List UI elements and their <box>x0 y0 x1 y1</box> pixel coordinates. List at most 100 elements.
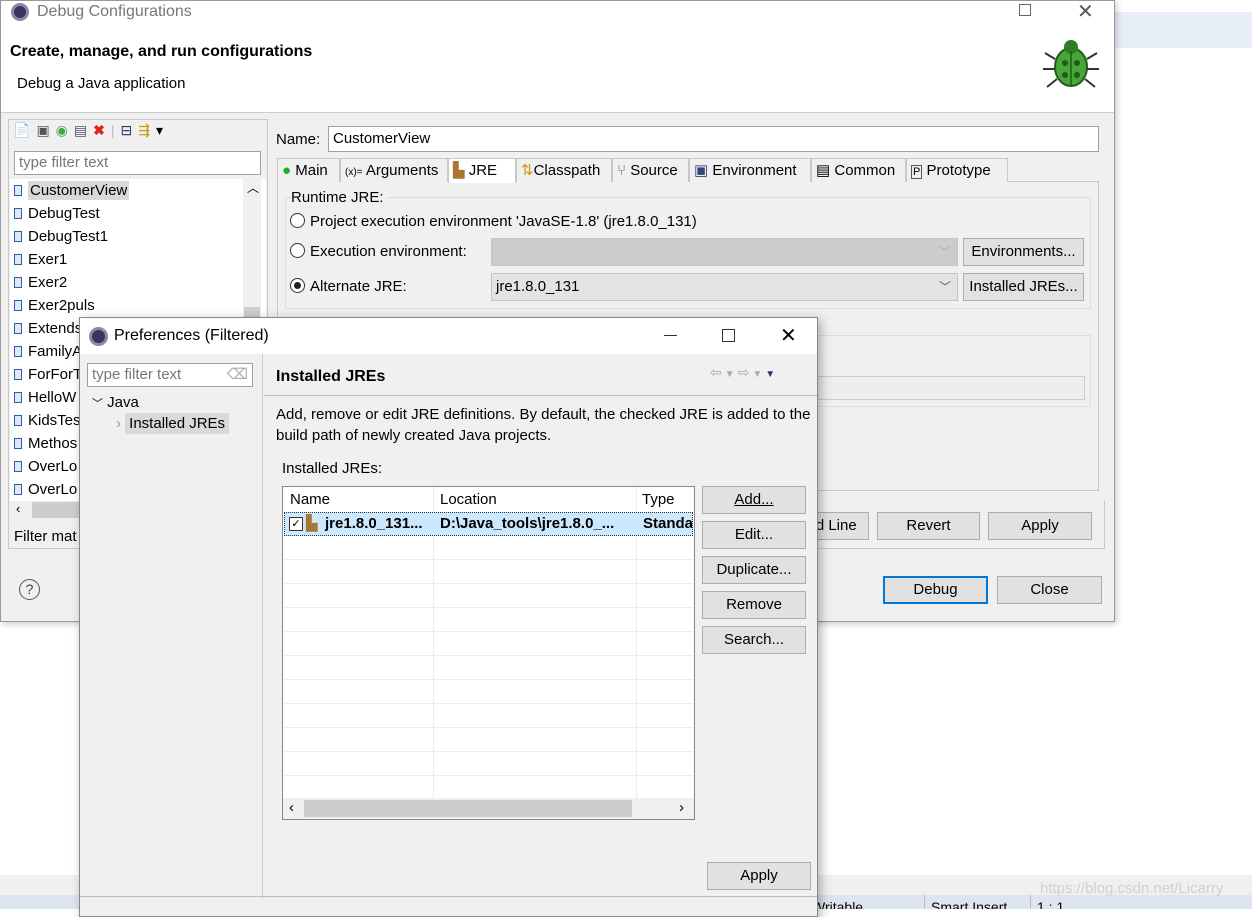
revert-button[interactable]: Revert <box>877 512 980 540</box>
tab-environment[interactable]: ▣ Environment <box>689 158 811 182</box>
alternate-jre-select[interactable]: jre1.8.0_131 ﹀ <box>491 273 958 301</box>
java-app-icon <box>14 438 22 449</box>
jre-checkbox[interactable]: ✓ <box>289 517 303 531</box>
edit-button[interactable]: Edit... <box>702 521 806 549</box>
search-button[interactable]: Search... <box>702 626 806 654</box>
clear-filter-icon[interactable]: ⌫ <box>227 364 248 385</box>
config-list-item[interactable]: Methos <box>14 432 77 455</box>
help-icon[interactable]: ? <box>19 579 40 600</box>
scroll-left-icon[interactable]: ‹ <box>16 501 20 516</box>
java-app-icon <box>14 484 22 495</box>
table-label: Installed JREs: <box>282 460 383 477</box>
config-list-item[interactable]: OverLo <box>14 478 77 501</box>
remove-button[interactable]: Remove <box>702 591 806 619</box>
config-list-item[interactable]: OverLo <box>14 455 77 478</box>
installed-jres-button[interactable]: Installed JREs... <box>963 273 1084 301</box>
java-app-icon <box>14 185 22 196</box>
back-menu-icon[interactable]: ▼ <box>725 369 738 380</box>
radio-project-env[interactable]: Project execution environment 'JavaSE-1.… <box>290 213 697 230</box>
duplicate-icon[interactable]: ▤ <box>74 122 93 138</box>
maximize-button[interactable] <box>1019 4 1031 16</box>
apply-button[interactable]: Apply <box>988 512 1092 540</box>
filter-icon[interactable]: ⇶ <box>138 122 156 138</box>
config-list-item[interactable]: FamilyA <box>14 340 82 363</box>
config-list-item[interactable]: HelloW <box>14 386 76 409</box>
collapse-all-icon[interactable]: ⊟ <box>121 122 139 138</box>
column-location[interactable]: Location <box>440 487 497 512</box>
empty-table-row <box>284 560 693 584</box>
add-button[interactable]: Add... <box>702 486 806 514</box>
tree-item-java[interactable]: ﹀ Java <box>92 394 139 411</box>
config-list-item[interactable]: Exer1 <box>14 248 67 271</box>
tab-classpath[interactable]: ⇅Classpath <box>516 158 612 182</box>
page-description: Add, remove or edit JRE definitions. By … <box>276 406 811 444</box>
config-list-item[interactable]: DebugTest <box>14 202 100 225</box>
java-app-icon <box>14 277 22 288</box>
empty-table-row <box>284 536 693 560</box>
tab-prototype[interactable]: P Prototype <box>906 158 1008 182</box>
column-name[interactable]: Name <box>290 487 330 512</box>
config-list-item[interactable]: Exer2 <box>14 271 67 294</box>
forward-icon[interactable]: ⇨ <box>738 364 753 380</box>
chevron-down-icon: ﹀ <box>938 245 951 259</box>
config-toolbar: 📄▣◉▤✖|⊟⇶▾ <box>13 122 169 138</box>
radio-execution-env[interactable]: Execution environment: <box>290 243 467 260</box>
tab-source[interactable]: ⑂ Source <box>612 158 689 182</box>
table-horizontal-scrollbar[interactable]: ‹ › <box>283 798 694 819</box>
tab-common[interactable]: ▤ Common <box>811 158 906 182</box>
back-icon[interactable]: ⇦ <box>710 364 725 380</box>
config-list-item[interactable]: CustomerView <box>14 179 130 202</box>
main-tab-icon: ● <box>282 162 292 179</box>
config-filter-input[interactable]: type filter text <box>14 151 261 175</box>
tab-main[interactable]: ● Main <box>277 158 340 182</box>
close-window-button[interactable]: ✕ <box>1077 0 1094 24</box>
new-config-icon[interactable]: 📄 <box>13 122 36 138</box>
config-list-item[interactable]: DebugTest1 <box>14 225 108 248</box>
empty-table-row <box>284 608 693 632</box>
prefs-title-bar: Preferences (Filtered) ✕ <box>80 318 817 354</box>
table-row[interactable]: ✓ ▙ jre1.8.0_131... D:\Java_tools\jre1.8… <box>284 512 693 536</box>
config-list-item[interactable]: Exer2puls <box>14 294 95 317</box>
tab-arguments[interactable]: (x)= Arguments <box>340 158 448 182</box>
tab-jre[interactable]: ▙ JRE <box>448 158 516 183</box>
close-button[interactable]: Close <box>997 576 1102 604</box>
tree-item-installed-jres[interactable]: › Installed JREs <box>116 413 230 434</box>
new-prototype-icon[interactable]: ▣ <box>36 122 55 138</box>
java-app-icon <box>14 415 22 426</box>
config-list-item[interactable]: ForForT <box>14 363 82 386</box>
scroll-right-icon[interactable]: › <box>679 799 684 816</box>
debug-button[interactable]: Debug <box>883 576 988 604</box>
header-subtitle: Debug a Java application <box>17 75 186 92</box>
scroll-thumb-h[interactable] <box>304 800 632 817</box>
bug-icon <box>1043 40 1099 88</box>
prefs-filter-input[interactable]: type filter text ⌫ <box>87 363 253 387</box>
export-icon[interactable]: ◉ <box>56 122 74 138</box>
view-menu-icon[interactable]: ▾ <box>156 122 169 138</box>
config-list-item[interactable]: KidsTes <box>14 409 81 432</box>
duplicate-button[interactable]: Duplicate... <box>702 556 806 584</box>
scroll-left-icon[interactable]: ‹ <box>289 799 294 816</box>
prefs-apply-button[interactable]: Apply <box>707 862 811 890</box>
arguments-tab-icon: (x)= <box>345 167 363 178</box>
empty-table-row <box>284 752 693 776</box>
view-menu-icon[interactable]: ▼ <box>765 369 778 380</box>
name-input[interactable]: CustomerView <box>328 126 1099 152</box>
delete-icon[interactable]: ✖ <box>93 122 111 138</box>
close-window-button[interactable]: ✕ <box>780 323 797 348</box>
eclipse-icon <box>11 3 29 21</box>
page-title: Installed JREs <box>276 368 386 385</box>
jre-table[interactable]: Name Location Type ✓ ▙ jre1.8.0_131... D… <box>282 486 695 820</box>
forward-menu-icon[interactable]: ▼ <box>752 369 765 380</box>
eclipse-icon <box>89 327 108 346</box>
minimize-button[interactable] <box>664 335 677 336</box>
config-list-item[interactable]: Extends <box>14 317 82 340</box>
radio-alternate-jre[interactable]: Alternate JRE: <box>290 278 407 295</box>
column-type[interactable]: Type <box>642 487 675 512</box>
execution-env-select[interactable]: ﹀ <box>491 238 958 266</box>
java-app-icon <box>14 323 22 334</box>
dialog-header: Create, manage, and run configurations D… <box>1 23 1114 113</box>
scroll-up-icon[interactable]: ︿ <box>247 179 259 196</box>
environments-button[interactable]: Environments... <box>963 238 1084 266</box>
hidden-field[interactable] <box>811 376 1085 400</box>
maximize-button[interactable] <box>722 329 735 342</box>
